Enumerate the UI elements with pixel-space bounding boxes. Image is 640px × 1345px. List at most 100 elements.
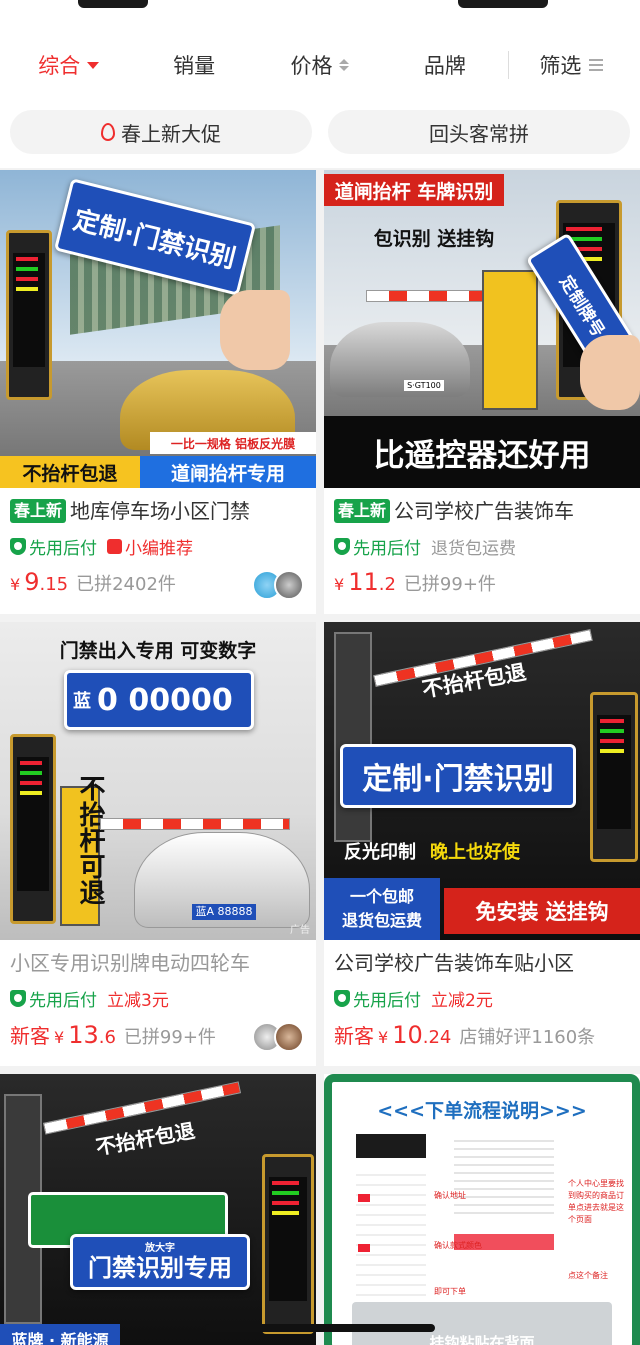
order-guide-title: <<<下单流程说明>>> [354, 1092, 610, 1126]
product-card[interactable]: 定制·门禁识别 一比一规格 铝板反光膜 不抬杆包退 道闸抬杆专用 春上新 地库停… [0, 170, 316, 614]
parking-terminal-image [590, 692, 638, 862]
barrier-arm-image [100, 818, 290, 830]
sort-tab-brand[interactable]: 品牌 [382, 28, 507, 102]
screenshot-fragment [356, 1134, 426, 1158]
product-image[interactable]: 道闸抬杆 车牌识别 包识别 送挂钩 S·GT100 定制牌号 比遥控器还好用 [324, 170, 640, 488]
product-image[interactable]: 定制·门禁识别 一比一规格 铝板反光膜 不抬杆包退 道闸抬杆专用 [0, 170, 316, 488]
guide-title-text: <<<下单流程说明>>> [377, 1099, 587, 1122]
sort-tab-price[interactable]: 价格 [257, 28, 382, 102]
image-feature-line: 反光印制 晚上也好使 [344, 836, 584, 866]
banner-text: 道闸抬杆 车牌识别 [334, 180, 494, 203]
sort-tab-label: 筛选 [539, 54, 582, 78]
avatar [274, 570, 304, 600]
sort-tab-label: 价格 [290, 54, 333, 78]
car-plate: 蓝A 88888 [192, 904, 256, 920]
guide-note: 个人中心里要找到购买的商品订单点进去就是这个页面 [568, 1179, 624, 1224]
new-customer-label: 新客 [10, 1024, 50, 1048]
barrier-box-image [482, 270, 538, 410]
product-image[interactable]: 门禁出入专用 可变数字 蓝 0 00000 不抬杆可退 蓝A 88888 广告 [0, 622, 316, 940]
status-bar-fragment [0, 0, 640, 28]
banner-text: 比遥控器还好用 [373, 437, 591, 474]
parking-sign-pole [334, 632, 372, 842]
product-card[interactable]: 门禁出入专用 可变数字 蓝 0 00000 不抬杆可退 蓝A 88888 广告 … [0, 622, 316, 1066]
new-customer-label: 新客 [334, 1024, 374, 1048]
guide-footer: 挂钩粘贴在背面 [352, 1330, 612, 1345]
product-card[interactable]: 不抬杆包退 定制·门禁识别 反光印制 晚上也好使 一个包邮 退货包运费 免安装 … [324, 622, 640, 1066]
product-grid: 定制·门禁识别 一比一规格 铝板反光膜 不抬杆包退 道闸抬杆专用 春上新 地库停… [0, 168, 640, 1345]
sort-tab-label: 品牌 [423, 54, 466, 78]
discount-tag: 立减3元 [107, 990, 169, 1011]
price-integer: 10 [392, 1021, 423, 1049]
shield-icon [334, 537, 350, 555]
new-badge: 春上新 [10, 499, 67, 523]
price-integer: 11 [348, 568, 379, 596]
sort-tab-label: 销量 [173, 54, 216, 78]
pay-later-tag: 先用后付 [10, 986, 97, 1011]
price-line: ¥11.2 已拼99+件 [334, 568, 630, 598]
badge-text: 免安装 送挂钩 [475, 900, 609, 924]
discount-tag: 立减2元 [431, 990, 493, 1011]
product-image[interactable]: 不抬杆包退 放大字 门禁识别专用 蓝牌 · 新能源 [0, 1074, 316, 1345]
currency-symbol: ¥ [54, 1028, 65, 1047]
service-tags: 先用后付 立减3元 [10, 986, 306, 1011]
status-bar-icons-fragment [458, 0, 548, 8]
banner-text: 门禁出入专用 可变数字 [59, 639, 257, 662]
guide-note: 确认款式颜色 [434, 1241, 482, 1250]
buyer-avatars [252, 1022, 304, 1052]
filter-icon [589, 59, 604, 71]
guide-note: 确认地址 [434, 1191, 466, 1200]
product-card[interactable]: <<<下单流程说明>>> 确认地址 确认款式颜色 即可下单 个人中心里要找到购买… [324, 1074, 640, 1345]
sort-tab-filter[interactable]: 筛选 [509, 28, 634, 102]
product-title[interactable]: 春上新 公司学校广告装饰车 [334, 496, 630, 526]
spec-note-text: 一比一规格 铝板反光膜 [170, 436, 296, 451]
price-integer: 13 [68, 1021, 99, 1049]
status-bar-clock-fragment [78, 0, 148, 8]
sort-tab-comprehensive[interactable]: 综合 [6, 28, 131, 102]
product-title[interactable]: 小区专用识别牌电动四轮车 [10, 948, 306, 978]
tag-text: 先用后付 [353, 538, 421, 559]
service-tags: 先用后付 退货包运费 [334, 534, 630, 559]
tag-text: 小编推荐 [125, 538, 193, 559]
screenshot-fragment [356, 1166, 426, 1296]
feature-text: 反光印制 [344, 842, 416, 863]
product-title[interactable]: 春上新 地库停车场小区门禁 [10, 496, 306, 526]
home-indicator[interactable] [205, 1324, 435, 1332]
feature-text: 晚上也好使 [430, 842, 520, 863]
buyer-avatars [252, 570, 304, 600]
image-banner-right: 道闸抬杆专用 [140, 456, 316, 488]
image-top-banner: 道闸抬杆 车牌识别 [324, 174, 504, 206]
product-image[interactable]: <<<下单流程说明>>> 确认地址 确认款式颜色 即可下单 个人中心里要找到购买… [324, 1074, 640, 1345]
product-card[interactable]: 道闸抬杆 车牌识别 包识别 送挂钩 S·GT100 定制牌号 比遥控器还好用 春… [324, 170, 640, 614]
sold-count: 已拼99+件 [403, 574, 496, 595]
flame-icon [101, 123, 115, 141]
vertical-slogan-text: 不抬杆可退 [75, 775, 105, 905]
currency-symbol: ¥ [334, 575, 345, 594]
guide-footer-text: 挂钩粘贴在背面 [429, 1333, 535, 1345]
pay-later-tag: 先用后付 [334, 534, 421, 559]
hand-image [220, 290, 290, 370]
product-title-text: 公司学校广告装饰车 [394, 499, 575, 523]
product-card[interactable]: 不抬杆包退 放大字 门禁识别专用 蓝牌 · 新能源 [0, 1074, 316, 1345]
spec-note: 一比一规格 铝板反光膜 [150, 432, 316, 454]
car-plate-text: 蓝A 88888 [195, 905, 253, 918]
new-badge: 春上新 [334, 499, 391, 523]
banner-text: 不抬杆包退 [22, 462, 118, 485]
service-tags: 先用后付 小编推荐 [10, 534, 306, 559]
chip-spring-sale[interactable]: 春上新大促 [10, 110, 312, 154]
sort-tab-sales[interactable]: 销量 [131, 28, 256, 102]
service-tags: 先用后付 立减2元 [334, 986, 630, 1011]
price-line: 新客 ¥10.24 店铺好评1160条 [334, 1020, 630, 1050]
chip-returning-customer[interactable]: 回头客常拼 [328, 110, 630, 154]
shield-icon [10, 989, 26, 1007]
return-shipping-tag: 退货包运费 [431, 538, 516, 559]
image-bottom-banner: 比遥控器还好用 [324, 416, 640, 488]
license-plate-image: 放大字 门禁识别专用 [70, 1234, 250, 1290]
shield-icon [10, 537, 26, 555]
product-image[interactable]: 不抬杆包退 定制·门禁识别 反光印制 晚上也好使 一个包邮 退货包运费 免安装 … [324, 622, 640, 940]
pay-later-tag: 先用后付 [334, 986, 421, 1011]
product-title[interactable]: 公司学校广告装饰车贴小区 [334, 948, 630, 978]
product-title-text: 地库停车场小区门禁 [70, 499, 251, 523]
plate-digits: 0 00000 [97, 682, 233, 718]
price-decimal: .2 [378, 574, 396, 595]
image-top-text: 门禁出入专用 可变数字 [20, 634, 296, 664]
